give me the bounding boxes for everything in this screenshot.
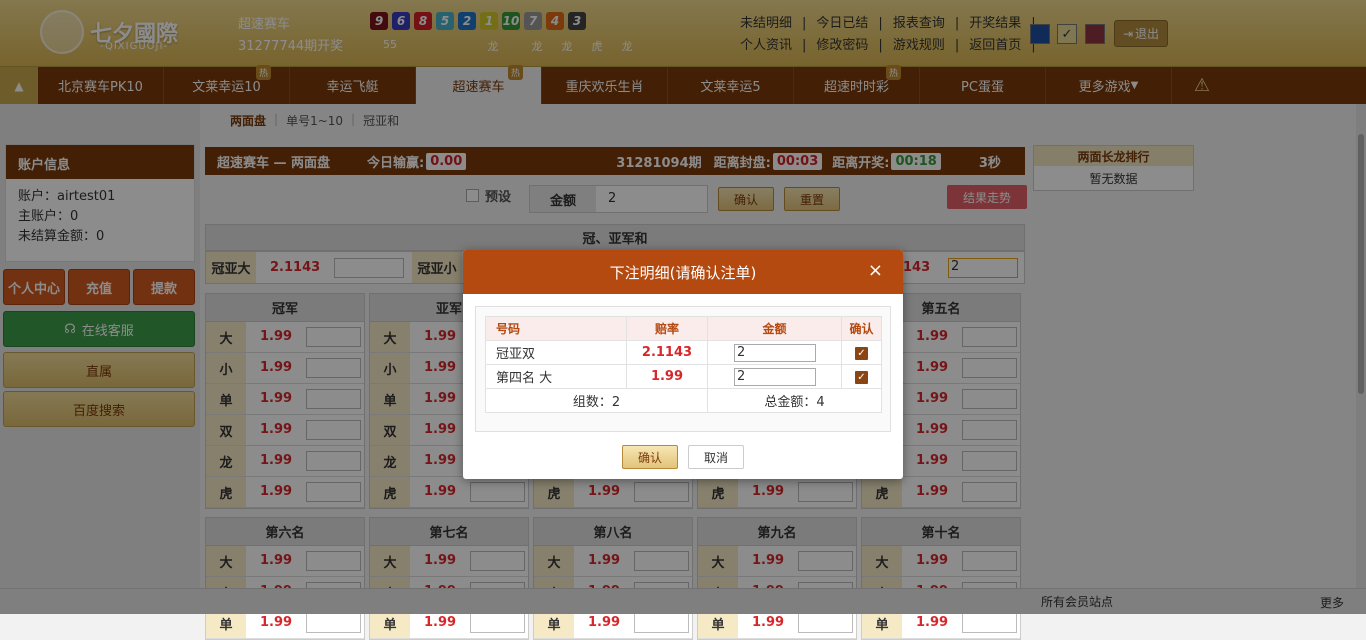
row-name: 第四名 大 bbox=[485, 364, 627, 389]
dialog-title: 下注明细(请确认注单) bbox=[609, 263, 757, 282]
table-row: 冠亚双 2.1143 2 ✓ bbox=[485, 340, 882, 365]
bet-amount-input[interactable] bbox=[306, 613, 361, 633]
bet-amount-input[interactable] bbox=[634, 613, 689, 633]
bet-detail-table: 号码 赔率 金额 确认 冠亚双 2.1143 2 ✓ 第四名 大 1.99 2 … bbox=[485, 316, 882, 413]
row-odds: 2.1143 bbox=[626, 340, 708, 365]
bet-odds: 1.99 bbox=[916, 615, 949, 630]
summary-row: 组数：2 总金额：4 bbox=[485, 388, 882, 413]
row-amount-input[interactable]: 2 bbox=[734, 367, 816, 386]
bet-amount-input[interactable] bbox=[470, 613, 525, 633]
row-confirm-checkbox[interactable]: ✓ bbox=[855, 371, 868, 384]
bet-odds: 1.99 bbox=[752, 615, 785, 630]
total-amount: 总金额：4 bbox=[707, 388, 882, 413]
dialog-body: 号码 赔率 金额 确认 冠亚双 2.1143 2 ✓ 第四名 大 1.99 2 … bbox=[475, 306, 891, 432]
row-odds: 1.99 bbox=[626, 364, 708, 389]
bet-confirm-dialog: 下注明细(请确认注单) × 号码 赔率 金额 确认 冠亚双 2.1143 2 ✓… bbox=[463, 250, 903, 479]
table-header-row: 号码 赔率 金额 确认 bbox=[485, 316, 882, 341]
row-confirm-checkbox[interactable]: ✓ bbox=[855, 347, 868, 360]
dialog-confirm-button[interactable]: 确认 bbox=[622, 445, 678, 469]
row-name: 冠亚双 bbox=[485, 340, 627, 365]
bet-odds: 1.99 bbox=[424, 615, 457, 630]
bet-odds: 1.99 bbox=[260, 615, 293, 630]
dialog-header: 下注明细(请确认注单) × bbox=[463, 250, 903, 294]
bet-amount-input[interactable] bbox=[798, 613, 853, 633]
col-amount: 金额 bbox=[707, 316, 842, 341]
group-count: 组数：2 bbox=[485, 388, 708, 413]
table-row: 第四名 大 1.99 2 ✓ bbox=[485, 364, 882, 389]
bet-amount-input[interactable] bbox=[962, 613, 1017, 633]
col-number: 号码 bbox=[485, 316, 627, 341]
col-odds: 赔率 bbox=[626, 316, 708, 341]
row-amount-input[interactable]: 2 bbox=[734, 343, 816, 362]
col-confirm: 确认 bbox=[841, 316, 882, 341]
bet-odds: 1.99 bbox=[588, 615, 621, 630]
dialog-cancel-button[interactable]: 取消 bbox=[688, 445, 744, 469]
close-icon[interactable]: × bbox=[868, 260, 883, 281]
